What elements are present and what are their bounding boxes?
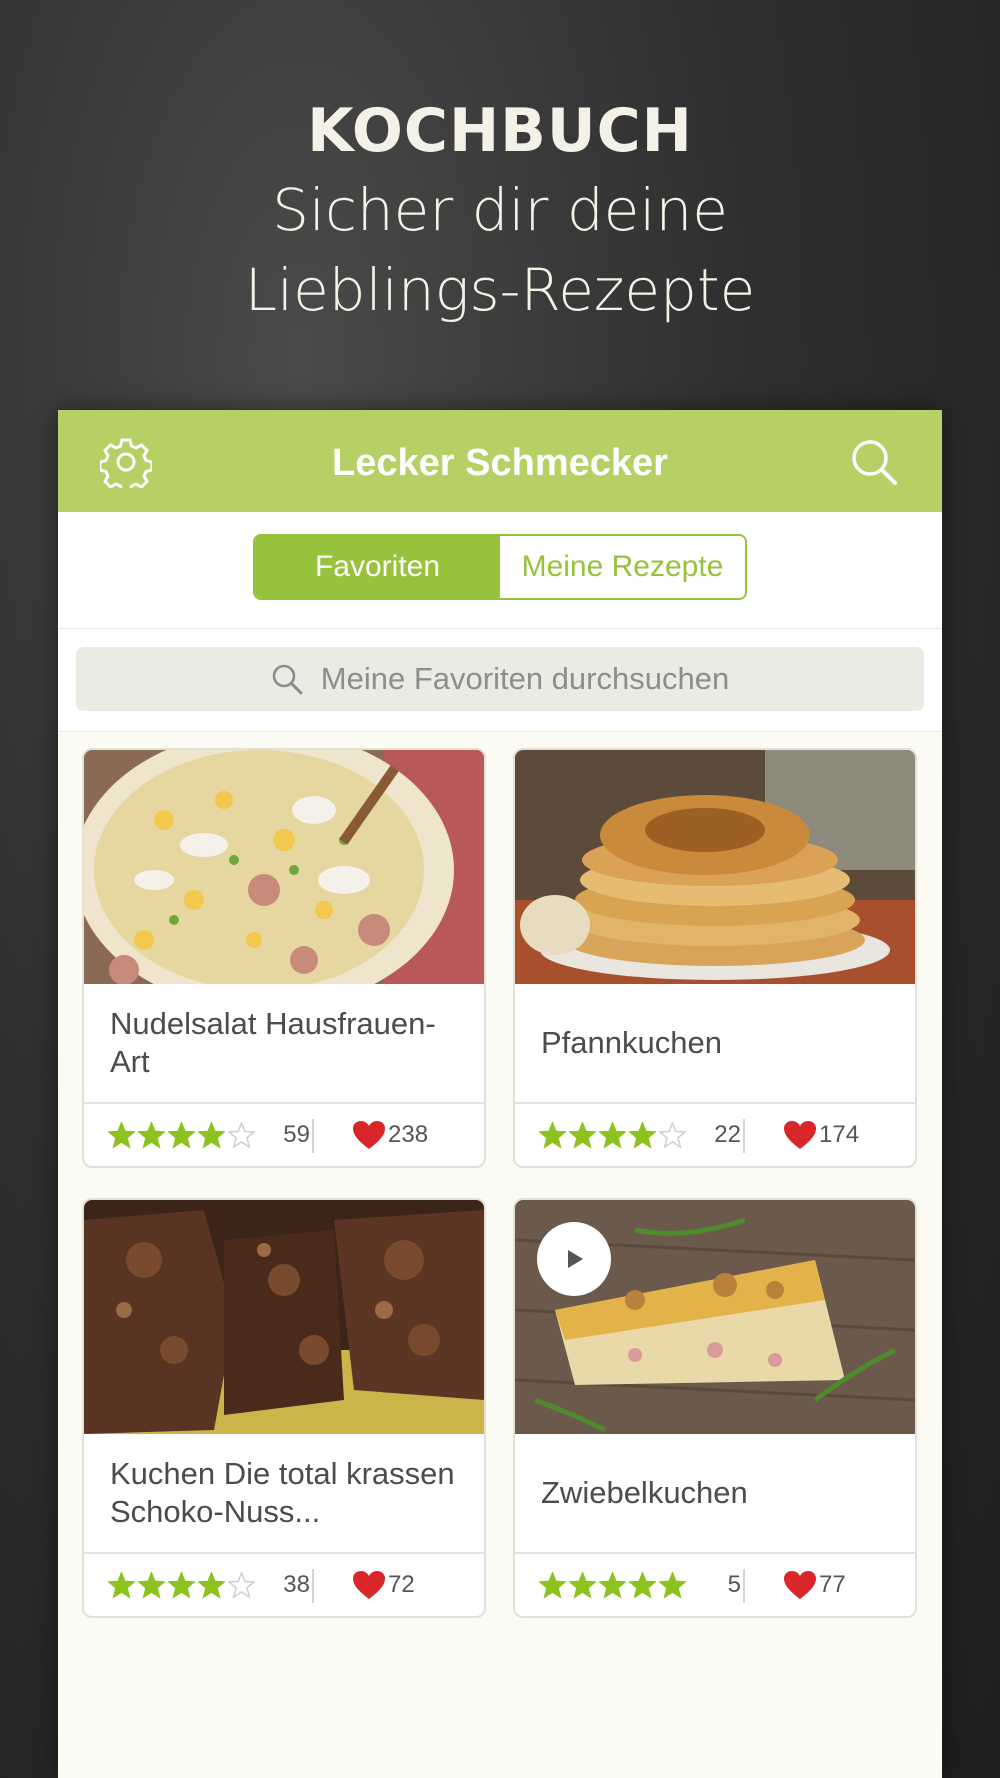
star-rating	[108, 1554, 258, 1616]
likes-count: 72	[388, 1571, 415, 1598]
recipe-footer: 5 77	[515, 1552, 915, 1616]
footer-divider	[312, 1119, 314, 1153]
rating-count: 5	[727, 1571, 741, 1598]
likes[interactable]: 72	[352, 1554, 415, 1616]
star-filled-icon	[599, 1571, 626, 1599]
star-filled-icon	[198, 1121, 225, 1149]
search-icon	[852, 440, 897, 485]
promo-subtitle-line1: Sicher dir deine	[272, 176, 728, 244]
recipe-image-pasta-salad	[84, 750, 484, 984]
star-filled-icon	[138, 1121, 165, 1149]
phone-screen: Lecker Schmecker Favoriten Meine Rezepte…	[58, 410, 942, 1778]
recipe-card[interactable]: Nudelsalat Hausfrauen-Art 59 238	[82, 748, 486, 1168]
star-filled-icon	[539, 1121, 566, 1149]
star-filled-icon	[108, 1121, 135, 1149]
star-filled-icon	[138, 1571, 165, 1599]
star-filled-icon	[569, 1571, 596, 1599]
star-filled-icon	[108, 1571, 135, 1599]
footer-divider	[312, 1569, 314, 1603]
recipe-card[interactable]: Pfannkuchen 22 174	[513, 748, 917, 1168]
heart-icon	[353, 1121, 385, 1149]
star-rating	[108, 1104, 258, 1166]
favorites-search-input[interactable]: Meine Favoriten durchsuchen	[76, 647, 924, 711]
heart-icon	[784, 1121, 816, 1149]
likes-count: 174	[819, 1121, 860, 1148]
app-bar: Lecker Schmecker	[58, 410, 942, 512]
recipe-title: Pfannkuchen	[541, 1025, 722, 1060]
star-filled-icon	[659, 1571, 686, 1599]
rating-count: 22	[714, 1121, 741, 1148]
likes-count: 77	[819, 1571, 846, 1598]
search-button[interactable]	[846, 434, 902, 490]
app-title: Lecker Schmecker	[332, 442, 668, 484]
footer-divider	[743, 1569, 745, 1603]
recipe-card[interactable]: Kuchen Die total krassen Schoko-Nuss... …	[82, 1198, 486, 1618]
recipe-title: Zwiebelkuchen	[541, 1475, 748, 1510]
star-filled-icon	[569, 1121, 596, 1149]
rating-count: 38	[283, 1571, 310, 1598]
segmented-control: Favoriten Meine Rezepte	[253, 534, 747, 600]
star-filled-icon	[168, 1571, 195, 1599]
heart-icon	[353, 1571, 385, 1599]
search-placeholder: Meine Favoriten durchsuchen	[320, 661, 730, 696]
recipe-image-pancakes	[515, 750, 915, 984]
play-icon	[568, 1250, 583, 1268]
heart-icon	[784, 1571, 816, 1599]
recipe-card[interactable]: Zwiebelkuchen 5 77	[513, 1198, 917, 1618]
likes[interactable]: 174	[783, 1104, 859, 1166]
likes-count: 238	[388, 1121, 429, 1148]
star-rating	[539, 1554, 689, 1616]
star-filled-icon	[168, 1121, 195, 1149]
star-filled-icon	[599, 1121, 626, 1149]
tab-bar: Favoriten Meine Rezepte	[58, 512, 942, 629]
star-empty-icon	[228, 1571, 255, 1599]
recipe-title: Nudelsalat Hausfrauen-Art	[110, 1006, 436, 1079]
recipe-title: Kuchen Die total krassen Schoko-Nuss...	[110, 1456, 455, 1529]
star-filled-icon	[539, 1571, 566, 1599]
play-video-button[interactable]	[537, 1222, 611, 1296]
recipe-image-brownies	[84, 1200, 484, 1434]
star-filled-icon	[629, 1571, 656, 1599]
search-bar: Meine Favoriten durchsuchen	[58, 629, 942, 732]
promo-subtitle-line2: Lieblings-Rezepte	[244, 256, 756, 324]
star-rating	[539, 1104, 689, 1166]
magnifier-icon	[272, 664, 303, 695]
star-empty-icon	[228, 1121, 255, 1149]
rating-count: 59	[283, 1121, 310, 1148]
star-empty-icon	[659, 1121, 686, 1149]
recipe-footer: 59 238	[84, 1102, 484, 1166]
promo-header: KOCHBUCH Sicher dir deine Lieblings-Reze…	[0, 92, 1000, 330]
promo-title: KOCHBUCH	[307, 96, 693, 166]
tab-favorites[interactable]: Favoriten	[255, 536, 500, 598]
footer-divider	[743, 1119, 745, 1153]
tab-my-recipes[interactable]: Meine Rezepte	[500, 536, 745, 598]
recipe-footer: 38 72	[84, 1552, 484, 1616]
likes[interactable]: 77	[783, 1554, 846, 1616]
star-filled-icon	[629, 1121, 656, 1149]
likes[interactable]: 238	[352, 1104, 428, 1166]
star-filled-icon	[198, 1571, 225, 1599]
recipe-footer: 22 174	[515, 1102, 915, 1166]
